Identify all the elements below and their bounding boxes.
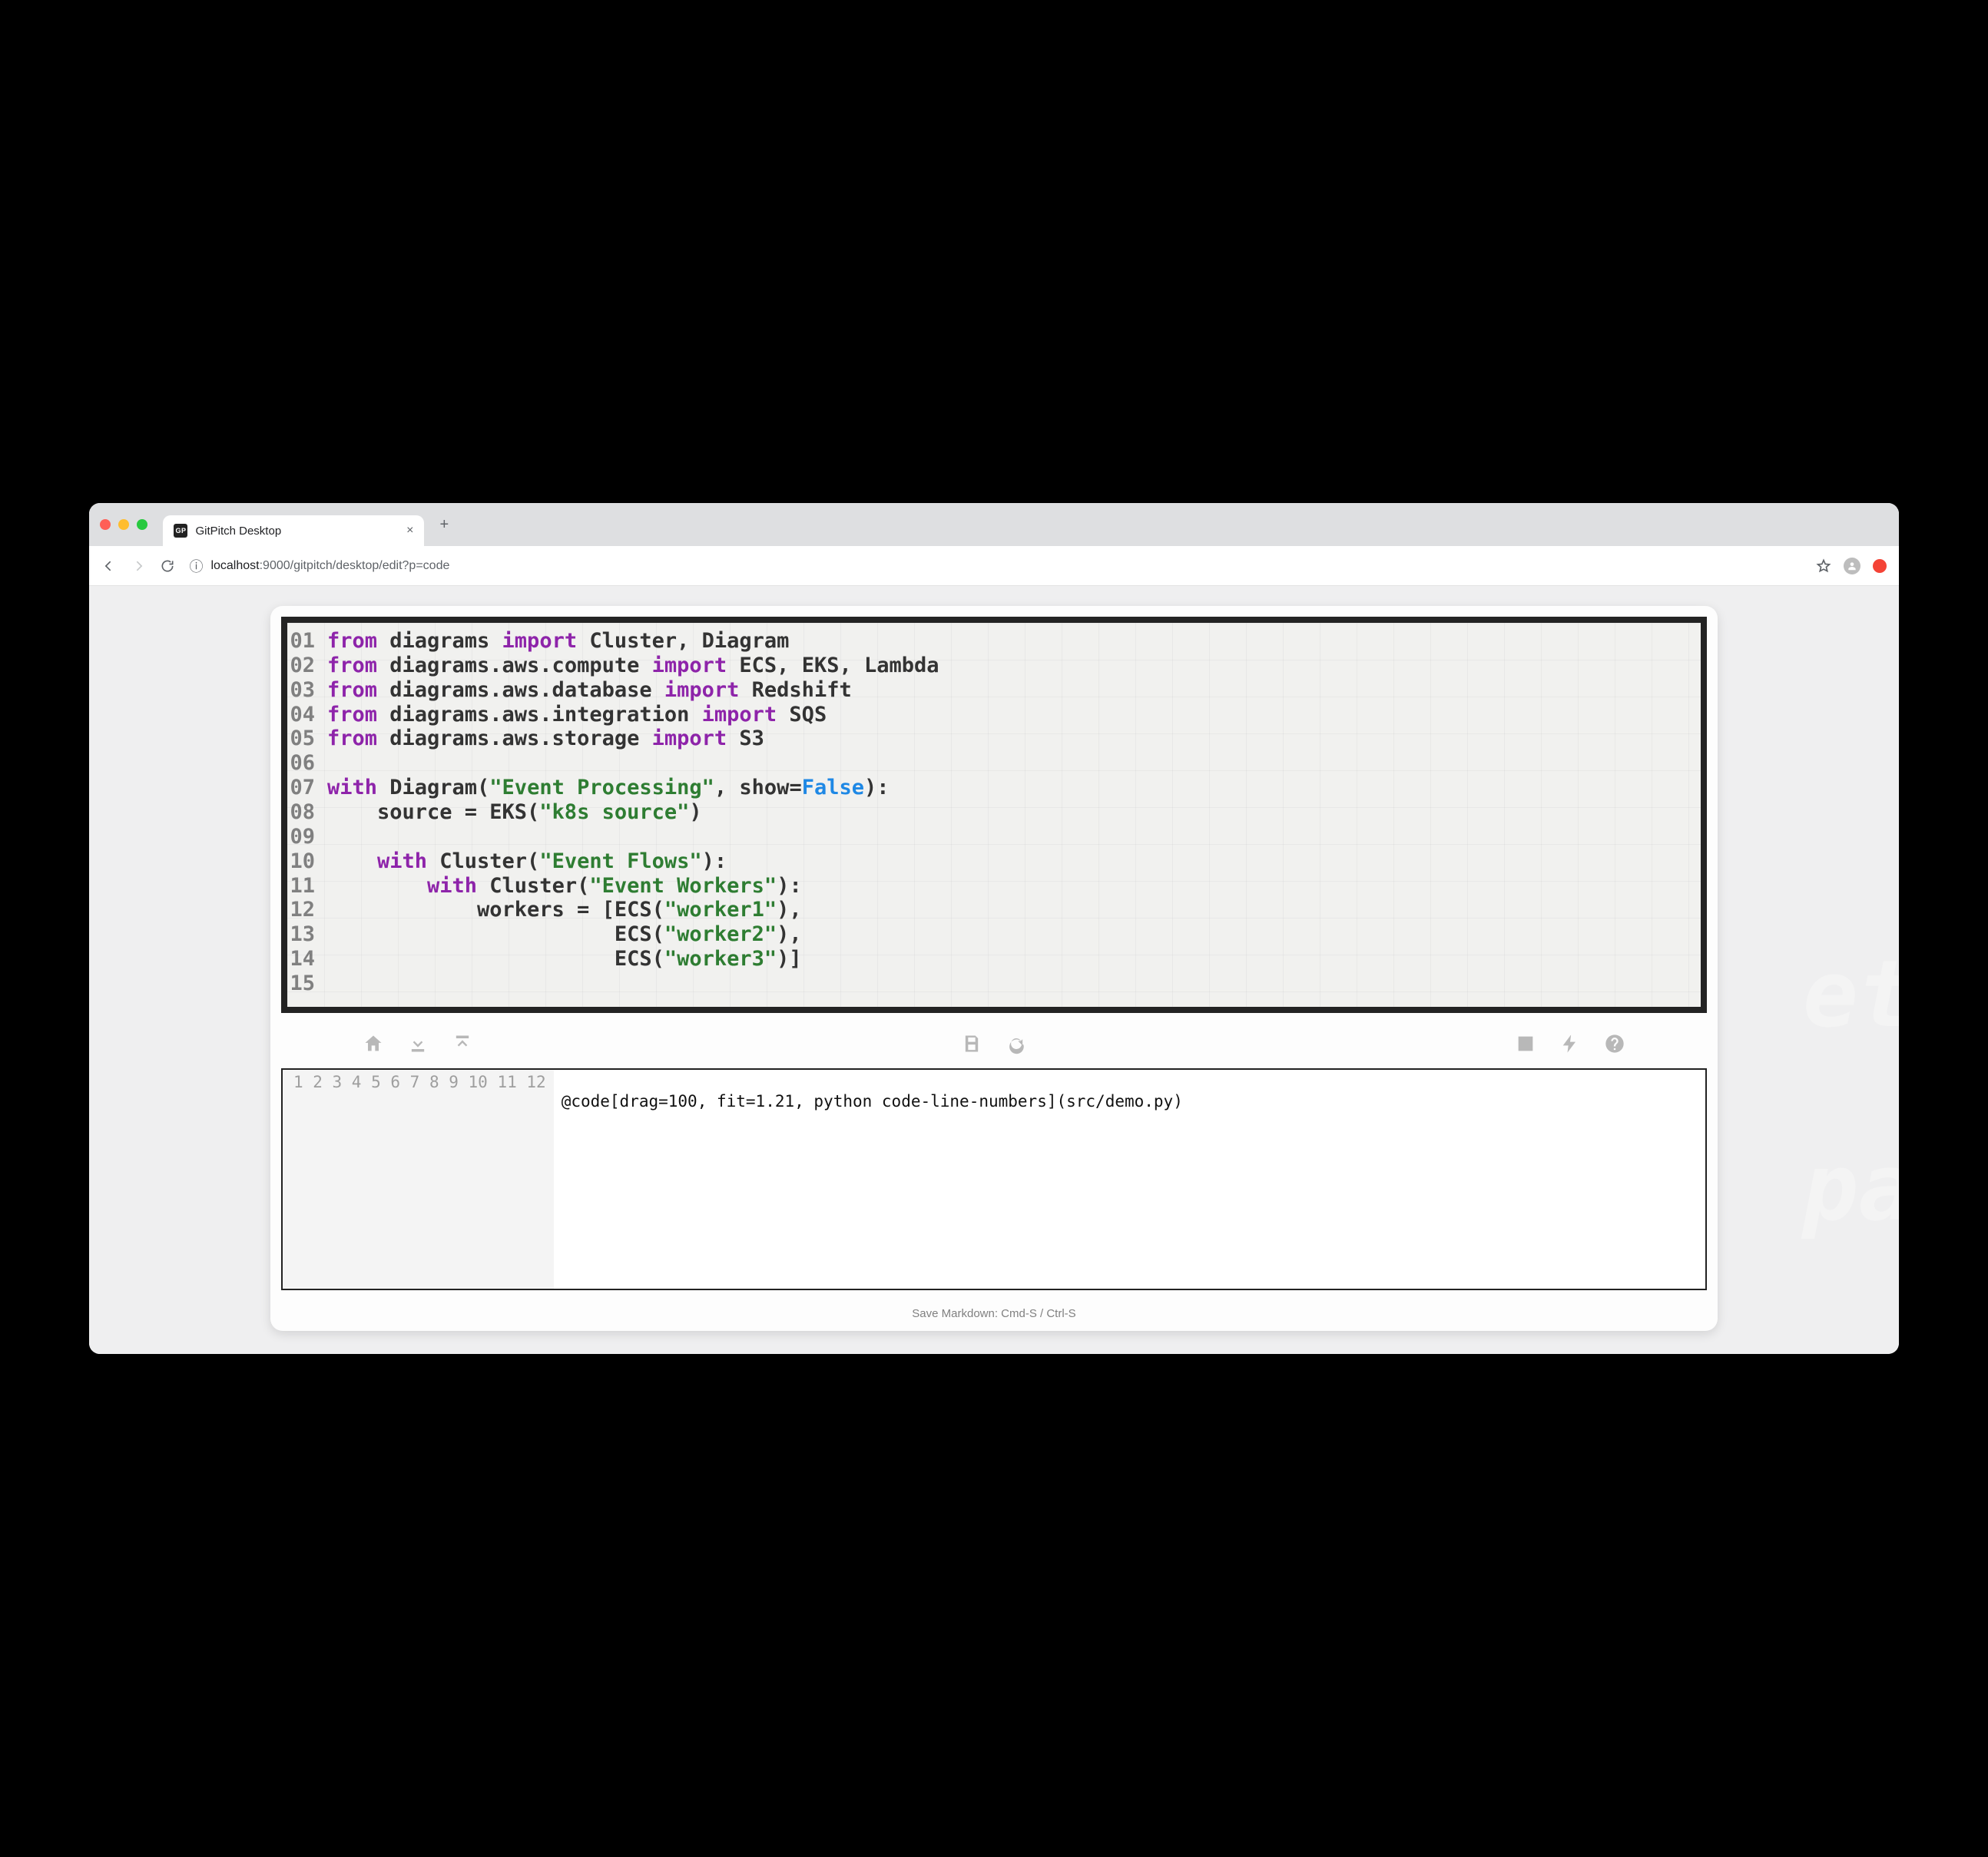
code-line: 07with Diagram("Event Processing", show=… <box>287 776 1701 800</box>
editor-gutter: 1 2 3 4 5 6 7 8 9 10 11 12 <box>283 1070 554 1289</box>
line-number: 14 <box>287 947 327 972</box>
code-line: 10 with Cluster("Event Flows"): <box>287 849 1701 874</box>
page-content: et pa ar d( 01from diagrams import Clust… <box>89 586 1898 1354</box>
save-icon[interactable] <box>961 1033 982 1054</box>
window-minimize-dot[interactable] <box>118 519 129 530</box>
reload-icon[interactable] <box>160 558 175 574</box>
editor-content[interactable]: @code[drag=100, fit=1.21, python code-li… <box>554 1070 1705 1289</box>
code-line: 01from diagrams import Cluster, Diagram <box>287 629 1701 654</box>
code-line: 05from diagrams.aws.storage import S3 <box>287 727 1701 751</box>
window-close-dot[interactable] <box>100 519 111 530</box>
line-number: 01 <box>287 629 327 654</box>
forward-icon[interactable] <box>131 558 146 574</box>
code-line: 11 with Cluster("Event Workers"): <box>287 874 1701 899</box>
line-number: 10 <box>287 849 327 874</box>
code-line: 06 <box>287 751 1701 776</box>
iconbar-right-group <box>1515 1033 1625 1054</box>
code-content: with Cluster("Event Workers"): <box>327 874 802 899</box>
code-line: 09 <box>287 825 1701 849</box>
code-content <box>327 972 340 996</box>
action-icon-bar <box>270 1024 1718 1068</box>
code-line: 04from diagrams.aws.integration import S… <box>287 703 1701 727</box>
tab-close-icon[interactable]: × <box>406 524 413 538</box>
code-content: with Diagram("Event Processing", show=Fa… <box>327 776 890 800</box>
code-content: with Cluster("Event Flows"): <box>327 849 727 874</box>
line-number: 08 <box>287 800 327 825</box>
image-icon[interactable] <box>1515 1033 1536 1054</box>
line-number: 09 <box>287 825 327 849</box>
tab-favicon: GP <box>174 524 187 538</box>
code-content: from diagrams.aws.storage import S3 <box>327 727 764 751</box>
code-content: workers = [ECS("worker1"), <box>327 898 802 922</box>
line-number: 07 <box>287 776 327 800</box>
line-number: 13 <box>287 922 327 947</box>
url-host: localhost <box>210 559 259 572</box>
browser-tab[interactable]: GP GitPitch Desktop × <box>163 515 424 546</box>
code-content: from diagrams.aws.compute import ECS, EK… <box>327 654 939 678</box>
line-number: 06 <box>287 751 327 776</box>
line-number: 15 <box>287 972 327 996</box>
window-controls <box>100 519 147 530</box>
code-content <box>327 751 340 776</box>
iconbar-center-group <box>961 1033 1027 1054</box>
bookmark-star-icon[interactable] <box>1816 558 1831 574</box>
home-icon[interactable] <box>363 1033 384 1054</box>
code-content: ECS("worker2"), <box>327 922 802 947</box>
browser-toolbar: ⓘ localhost:9000/gitpitch/desktop/edit?p… <box>89 546 1898 586</box>
line-number: 05 <box>287 727 327 751</box>
extension-badge-icon[interactable] <box>1873 559 1887 573</box>
line-number: 04 <box>287 703 327 727</box>
code-line: 02from diagrams.aws.compute import ECS, … <box>287 654 1701 678</box>
line-number: 02 <box>287 654 327 678</box>
upload-icon[interactable] <box>452 1033 473 1054</box>
code-content: from diagrams import Cluster, Diagram <box>327 629 789 654</box>
line-number: 12 <box>287 898 327 922</box>
code-line: 13 ECS("worker2"), <box>287 922 1701 947</box>
code-content: source = EKS("k8s source") <box>327 800 702 825</box>
code-line: 08 source = EKS("k8s source") <box>287 800 1701 825</box>
address-bar[interactable]: ⓘ localhost:9000/gitpitch/desktop/edit?p… <box>189 556 1801 576</box>
browser-window: GP GitPitch Desktop × + ⓘ localhost:9000… <box>89 503 1898 1354</box>
slide-preview: 01from diagrams import Cluster, Diagram0… <box>281 617 1707 1013</box>
code-line: 14 ECS("worker3")] <box>287 947 1701 972</box>
back-icon[interactable] <box>101 558 117 574</box>
code-content: ECS("worker3")] <box>327 947 802 972</box>
code-content: from diagrams.aws.database import Redshi… <box>327 678 852 703</box>
new-tab-button[interactable]: + <box>433 511 455 538</box>
window-zoom-dot[interactable] <box>137 519 147 530</box>
code-line: 12 workers = [ECS("worker1"), <box>287 898 1701 922</box>
download-icon[interactable] <box>407 1033 429 1054</box>
code-content: from diagrams.aws.integration import SQS <box>327 703 827 727</box>
url-port: :9000 <box>260 559 290 572</box>
code-line: 03from diagrams.aws.database import Reds… <box>287 678 1701 703</box>
status-bar: Save Markdown: Cmd-S / Ctrl-S <box>270 1301 1718 1331</box>
title-bar: GP GitPitch Desktop × + <box>89 503 1898 546</box>
site-info-icon[interactable]: ⓘ <box>189 556 203 576</box>
code-content <box>327 825 340 849</box>
iconbar-left-group <box>363 1033 473 1054</box>
background-code-hint: et pa ar d( <box>1748 947 1899 1354</box>
profile-avatar-icon[interactable] <box>1844 558 1860 574</box>
editor-card: 01from diagrams import Cluster, Diagram0… <box>270 606 1718 1331</box>
url-path: /gitpitch/desktop/edit?p=code <box>290 559 450 572</box>
toolbar-right-icons <box>1816 558 1887 574</box>
line-number: 03 <box>287 678 327 703</box>
line-number: 11 <box>287 874 327 899</box>
refresh-icon[interactable] <box>1006 1033 1027 1054</box>
help-icon[interactable] <box>1604 1033 1625 1054</box>
markdown-editor[interactable]: 1 2 3 4 5 6 7 8 9 10 11 12 @code[drag=10… <box>281 1068 1707 1290</box>
bolt-icon[interactable] <box>1559 1033 1581 1054</box>
code-line: 15 <box>287 972 1701 996</box>
tab-title: GitPitch Desktop <box>195 525 281 538</box>
